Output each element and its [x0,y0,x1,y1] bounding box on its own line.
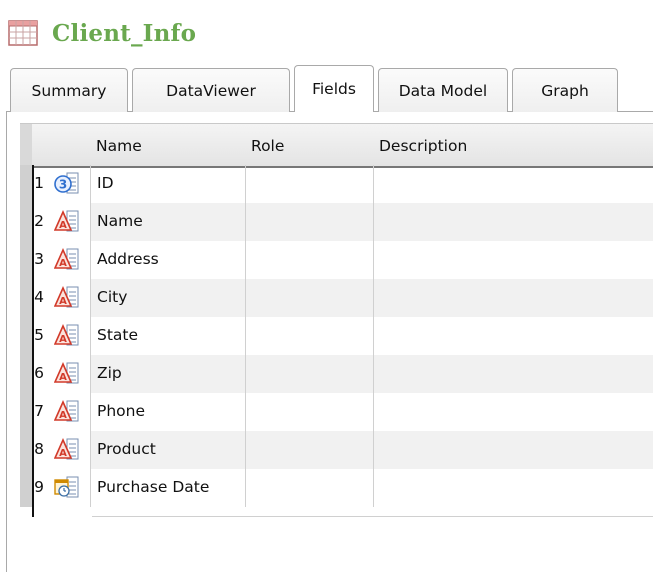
table-row[interactable]: 5 A State [20,317,653,355]
field-name: Zip [97,364,122,382]
svg-text:A: A [59,372,67,383]
column-header-role[interactable]: Role [251,137,284,155]
cell-name[interactable]: Zip [90,355,246,393]
number-icon: 3 [54,171,80,195]
table-icon [8,20,38,46]
table-bottom-border [92,516,653,517]
cell-role[interactable] [246,355,374,393]
table-row[interactable]: 4 A City [20,279,653,317]
cell-description[interactable] [374,203,653,241]
string-icon: A [53,247,80,271]
svg-text:A: A [59,258,67,269]
title-bar: Client_Info [8,16,196,50]
tab-dataviewer[interactable]: DataViewer [132,68,290,112]
row-selection-border [32,165,34,517]
cell-description[interactable] [374,241,653,279]
string-icon: A [53,399,80,423]
string-icon: A [53,361,80,385]
table-row[interactable]: 2 A Name [20,203,653,241]
svg-text:A: A [59,334,67,345]
cell-name[interactable]: Phone [90,393,246,431]
tab-summary[interactable]: Summary [10,68,128,112]
svg-text:A: A [59,410,67,421]
field-name: Address [97,250,159,268]
cell-role[interactable] [246,241,374,279]
field-name: State [97,326,139,344]
cell-name[interactable]: State [90,317,246,355]
string-icon: A [53,285,80,309]
cell-description[interactable] [374,279,653,317]
tab-data-model[interactable]: Data Model [378,68,508,112]
cell-role[interactable] [246,279,374,317]
cell-description[interactable] [374,355,653,393]
cell-role[interactable] [246,203,374,241]
cell-name[interactable]: Product [90,431,246,469]
table-row[interactable]: 8 A Product [20,431,653,469]
page-title: Client_Info [52,19,197,47]
column-header-description[interactable]: Description [379,137,467,155]
fields-table: Name Role Description 1 3 ID 2 A Name 3 A Addres… [20,123,653,507]
table-row[interactable]: 3 A Address [20,241,653,279]
field-name: Product [97,440,156,458]
cell-role[interactable] [246,165,374,203]
svg-text:A: A [59,448,67,459]
field-name: Purchase Date [97,478,210,496]
field-name: ID [97,174,114,192]
tab-bar: Summary DataViewer Fields Data Model Gra… [10,65,622,112]
cell-name[interactable]: Purchase Date [90,469,246,507]
date-icon [54,475,80,499]
string-icon: A [53,437,80,461]
svg-text:3: 3 [59,178,67,192]
header-gutter [20,124,32,166]
table-header: Name Role Description [20,123,653,168]
field-name: Name [97,212,143,230]
tab-graph[interactable]: Graph [512,68,618,112]
cell-role[interactable] [246,469,374,507]
tab-fields[interactable]: Fields [294,65,374,112]
cell-description[interactable] [374,317,653,355]
svg-text:A: A [59,220,67,231]
cell-description[interactable] [374,431,653,469]
table-row[interactable]: 7 A Phone [20,393,653,431]
cell-name[interactable]: City [90,279,246,317]
cell-role[interactable] [246,317,374,355]
cell-name[interactable]: ID [90,165,246,203]
cell-name[interactable]: Address [90,241,246,279]
field-name: City [97,288,128,306]
column-header-name[interactable]: Name [96,137,142,155]
table-row[interactable]: 6 A Zip [20,355,653,393]
cell-name[interactable]: Name [90,203,246,241]
string-icon: A [53,209,80,233]
table-row[interactable]: 9 Purchase Date [20,469,653,507]
table-row[interactable]: 1 3 ID [20,165,653,203]
cell-description[interactable] [374,469,653,507]
field-name: Phone [97,402,146,420]
cell-description[interactable] [374,393,653,431]
svg-text:A: A [59,296,67,307]
cell-description[interactable] [374,165,653,203]
cell-role[interactable] [246,431,374,469]
cell-role[interactable] [246,393,374,431]
string-icon: A [53,323,80,347]
